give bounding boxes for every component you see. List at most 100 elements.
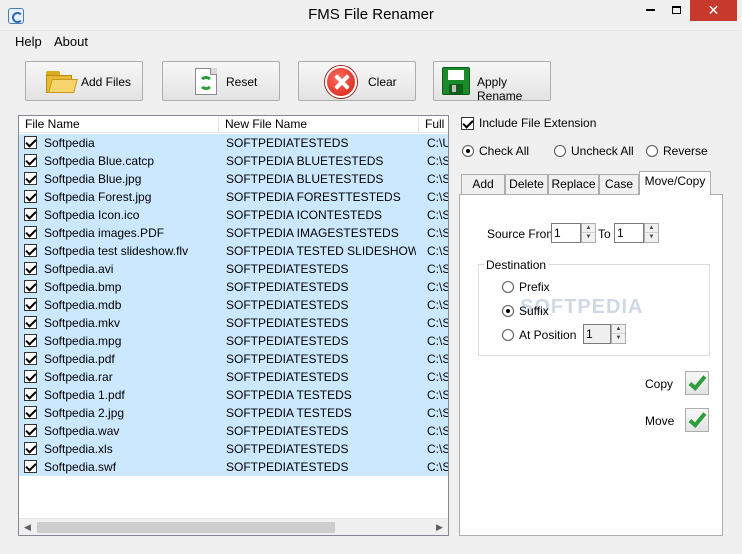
table-row[interactable]: Softpedia.xls SOFTPEDIATESTEDS C:\S — [19, 440, 448, 458]
table-row[interactable]: Softpedia 1.pdf SOFTPEDIA TESTEDS C:\S — [19, 386, 448, 404]
minimize-button[interactable] — [637, 0, 663, 21]
table-row[interactable]: Softpedia Blue.catcp SOFTPEDIA BLUETESTED… — [19, 152, 448, 170]
row-checkbox[interactable] — [24, 334, 37, 347]
new-file-name-cell: SOFTPEDIA ICONTESTEDS — [226, 208, 383, 222]
row-checkbox[interactable] — [24, 262, 37, 275]
table-row[interactable]: Softpedia.mpg SOFTPEDIATESTEDS C:\S — [19, 332, 448, 350]
row-checkbox[interactable] — [24, 172, 37, 185]
row-checkbox[interactable] — [24, 244, 37, 257]
row-checkbox[interactable] — [24, 208, 37, 221]
scroll-right-icon[interactable]: ▶ — [431, 519, 448, 535]
scroll-thumb[interactable] — [37, 522, 335, 533]
new-file-name-cell: SOFTPEDIATESTEDS — [226, 424, 349, 438]
table-row[interactable]: Softpedia.avi SOFTPEDIATESTEDS C:\S — [19, 260, 448, 278]
spin-up-icon[interactable]: ▲ — [645, 224, 658, 233]
uncheck-all-label: Uncheck All — [571, 144, 634, 158]
table-row[interactable]: Softpedia test slideshow.flv SOFTPEDIA TE… — [19, 242, 448, 260]
table-row[interactable]: Softpedia Forest.jpg SOFTPEDIA FORESTTEST… — [19, 188, 448, 206]
source-from-value: 1 — [554, 226, 561, 240]
row-checkbox[interactable] — [24, 388, 37, 401]
spin-down-icon[interactable]: ▼ — [582, 233, 595, 242]
spin-down-icon[interactable]: ▼ — [645, 233, 658, 242]
new-file-name-cell: SOFTPEDIA FORESTTESTEDS — [226, 190, 401, 204]
table-row[interactable]: Softpedia.swf SOFTPEDIATESTEDS C:\S — [19, 458, 448, 476]
to-input[interactable]: 1 — [614, 223, 644, 243]
prefix-radio[interactable] — [502, 281, 514, 293]
table-row[interactable]: Softpedia Icon.ico SOFTPEDIA ICONTESTEDS C… — [19, 206, 448, 224]
full-path-cell: C:\S — [427, 262, 448, 276]
row-checkbox[interactable] — [24, 136, 37, 149]
row-checkbox[interactable] — [24, 154, 37, 167]
column-header-new-file-name[interactable]: New File Name — [219, 117, 419, 133]
move-label: Move — [645, 414, 675, 428]
source-from-input[interactable]: 1 — [551, 223, 581, 243]
table-row[interactable]: Softpedia Blue.jpg SOFTPEDIA BLUETESTEDS C… — [19, 170, 448, 188]
reverse-radio[interactable] — [646, 145, 658, 157]
menu-help[interactable]: Help — [15, 34, 42, 49]
reset-button[interactable]: Reset — [162, 61, 280, 101]
full-path-cell: C:\S — [427, 298, 448, 312]
maximize-button[interactable] — [663, 0, 689, 21]
row-checkbox[interactable] — [24, 442, 37, 455]
table-row[interactable]: Softpedia.bmp SOFTPEDIATESTEDS C:\S — [19, 278, 448, 296]
add-files-button[interactable]: Add Files — [25, 61, 143, 101]
suffix-radio[interactable] — [502, 305, 514, 317]
check-all-radio[interactable] — [462, 145, 474, 157]
row-checkbox[interactable] — [24, 460, 37, 473]
column-header-file-name[interactable]: File Name — [19, 117, 219, 133]
tab-delete[interactable]: Delete — [505, 174, 548, 195]
row-checkbox[interactable] — [24, 316, 37, 329]
tab-case[interactable]: Case — [599, 174, 639, 195]
apply-rename-button[interactable]: Apply Rename — [433, 61, 551, 103]
row-checkbox[interactable] — [24, 370, 37, 383]
source-from-spinner[interactable]: ▲ ▼ — [581, 223, 596, 243]
table-row[interactable]: Softpedia.rar SOFTPEDIATESTEDS C:\S — [19, 368, 448, 386]
position-spinner[interactable]: ▲ ▼ — [611, 324, 626, 344]
column-header-full-path[interactable]: Full P — [419, 117, 448, 133]
tab-move-copy[interactable]: Move/Copy — [639, 171, 711, 195]
tab-add[interactable]: Add — [461, 174, 505, 195]
row-checkbox[interactable] — [24, 190, 37, 203]
position-input[interactable]: 1 — [583, 324, 611, 344]
row-checkbox[interactable] — [24, 424, 37, 437]
table-row[interactable]: Softpedia SOFTPEDIATESTEDS C:\U — [19, 134, 448, 152]
list-header: File Name New File Name Full P — [19, 116, 448, 133]
clear-button[interactable]: Clear — [298, 61, 416, 101]
table-row[interactable]: Softpedia.mkv SOFTPEDIATESTEDS C:\S — [19, 314, 448, 332]
table-row[interactable]: Softpedia images.PDF SOFTPEDIA IMAGESTEST… — [19, 224, 448, 242]
full-path-cell: C:\U — [427, 136, 448, 150]
close-icon: ✕ — [707, 2, 720, 18]
spin-up-icon[interactable]: ▲ — [612, 325, 625, 334]
row-checkbox[interactable] — [24, 226, 37, 239]
at-position-radio[interactable] — [502, 329, 514, 341]
row-checkbox[interactable] — [24, 280, 37, 293]
move-button[interactable] — [685, 408, 709, 432]
tab-replace[interactable]: Replace — [548, 174, 599, 195]
row-checkbox[interactable] — [24, 352, 37, 365]
uncheck-all-radio[interactable] — [554, 145, 566, 157]
file-list[interactable]: File Name New File Name Full P Softpedia… — [18, 115, 449, 536]
row-checkbox[interactable] — [24, 298, 37, 311]
suffix-label: Suffix — [519, 304, 549, 318]
table-row[interactable]: Softpedia 2.jpg SOFTPEDIA TESTEDS C:\S — [19, 404, 448, 422]
full-path-cell: C:\S — [427, 352, 448, 366]
full-path-cell: C:\S — [427, 406, 448, 420]
menu-about[interactable]: About — [54, 34, 88, 49]
destination-label: Destination — [484, 258, 549, 272]
table-row[interactable]: Softpedia.pdf SOFTPEDIATESTEDS C:\S — [19, 350, 448, 368]
copy-button[interactable] — [685, 371, 709, 395]
row-checkbox[interactable] — [24, 406, 37, 419]
spin-down-icon[interactable]: ▼ — [612, 334, 625, 343]
menu-bar: Help About — [0, 31, 742, 51]
to-spinner[interactable]: ▲ ▼ — [644, 223, 659, 243]
spin-up-icon[interactable]: ▲ — [582, 224, 595, 233]
to-label: To — [598, 227, 611, 241]
full-path-cell: C:\S — [427, 316, 448, 330]
include-extension-checkbox[interactable] — [461, 117, 474, 130]
file-name-cell: Softpedia.swf — [44, 460, 117, 474]
scroll-left-icon[interactable]: ◀ — [19, 519, 36, 535]
horizontal-scrollbar[interactable]: ◀ ▶ — [19, 518, 448, 535]
close-button[interactable]: ✕ — [690, 0, 737, 21]
table-row[interactable]: Softpedia.wav SOFTPEDIATESTEDS C:\S — [19, 422, 448, 440]
table-row[interactable]: Softpedia.mdb SOFTPEDIATESTEDS C:\S — [19, 296, 448, 314]
